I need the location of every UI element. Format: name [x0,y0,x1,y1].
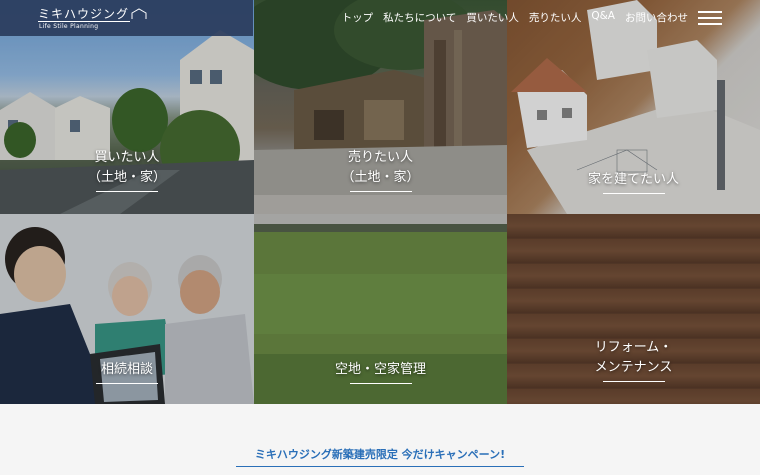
campaign-section [0,404,760,475]
tile-buy-label: 買いたい人 （土地・家） [0,148,254,192]
tile-vacant[interactable]: 空地・空家管理 [254,214,507,404]
main-nav: トップ 私たちについて 買いたい人 売りたい人 Q&A お問い合わせ [342,10,688,25]
tile-buy-line2: （土地・家） [87,170,166,185]
campaign-link[interactable]: ミキハウジング新築建売限定 今だけキャンペーン! [0,446,760,462]
tile-reform-label: リフォーム・ メンテナンス [507,338,760,382]
hamburger-menu-icon[interactable] [698,10,722,26]
logo-subtitle: Life Stile Planning [39,23,99,30]
campaign-underline [236,466,524,467]
tile-build-label: 家を建てたい人 [507,170,760,194]
service-tiles-grid: 買いたい人 （土地・家） 売りたい人 （土地・家） 家を建てたい人 相続相談 空… [0,0,760,404]
site-logo[interactable]: ミキハウジング Life Stile Planning [38,5,147,30]
nav-top[interactable]: トップ [342,10,374,25]
tile-reform-line1: リフォーム・ [594,340,673,355]
tile-vacant-line1: 空地・空家管理 [334,362,426,377]
nav-about[interactable]: 私たちについて [383,10,456,25]
tile-reform[interactable]: リフォーム・ メンテナンス [507,214,760,404]
tile-vacant-label: 空地・空家管理 [254,360,507,384]
tile-inherit-line1: 相続相談 [100,362,153,377]
tile-sell-label: 売りたい人 （土地・家） [254,148,507,192]
tile-sell-line1: 売りたい人 [347,150,413,165]
tile-inherit-label: 相続相談 [0,360,254,384]
nav-buy[interactable]: 買いたい人 [466,10,519,25]
house-icon [131,7,147,19]
tile-reform-line2: メンテナンス [594,360,673,375]
nav-contact[interactable]: お問い合わせ [625,10,688,25]
tile-inherit[interactable]: 相続相談 [0,214,254,404]
tile-sell-line2: （土地・家） [341,170,420,185]
logo-text: ミキハウジング [38,7,130,21]
tile-buy-line1: 買いたい人 [94,150,160,165]
nav-sell[interactable]: 売りたい人 [529,10,582,25]
site-header: ミキハウジング Life Stile Planning トップ 私たちについて … [0,0,760,36]
nav-qa[interactable]: Q&A [591,10,615,25]
tile-build-line1: 家を建てたい人 [587,172,679,187]
